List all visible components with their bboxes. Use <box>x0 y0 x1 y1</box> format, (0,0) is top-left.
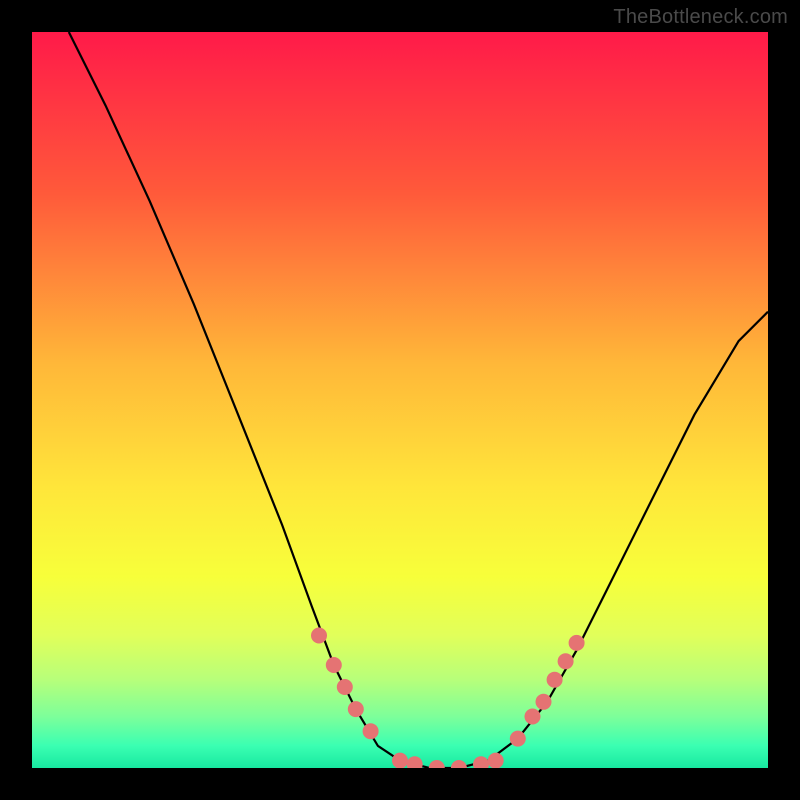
curve-marker <box>536 694 552 710</box>
curve-marker <box>451 760 467 776</box>
chart-frame: TheBottleneck.com <box>0 0 800 800</box>
curve-marker <box>510 731 526 747</box>
chart-svg <box>0 0 800 800</box>
curve-marker <box>569 635 585 651</box>
curve-marker <box>326 657 342 673</box>
curve-marker <box>429 760 445 776</box>
curve-marker <box>337 679 353 695</box>
curve-marker <box>558 653 574 669</box>
curve-marker <box>547 672 563 688</box>
curve-marker <box>473 756 489 772</box>
curve-marker <box>363 723 379 739</box>
curve-marker <box>348 701 364 717</box>
plot-background <box>32 32 768 768</box>
curve-marker <box>407 756 423 772</box>
curve-marker <box>525 709 541 725</box>
curve-marker <box>488 753 504 769</box>
curve-marker <box>311 628 327 644</box>
watermark-text: TheBottleneck.com <box>613 6 788 29</box>
curve-marker <box>392 753 408 769</box>
